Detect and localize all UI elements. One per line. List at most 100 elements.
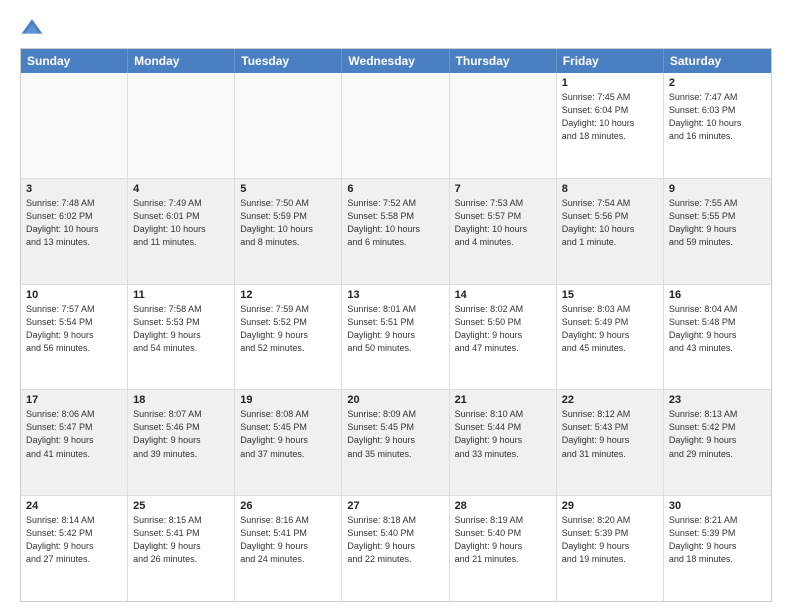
day-number: 12: [240, 289, 336, 301]
day-number: 13: [347, 289, 443, 301]
day-info: Sunrise: 7:53 AM Sunset: 5:57 PM Dayligh…: [455, 197, 551, 249]
calendar: SundayMondayTuesdayWednesdayThursdayFrid…: [20, 48, 772, 602]
day-number: 5: [240, 183, 336, 195]
day-info: Sunrise: 8:13 AM Sunset: 5:42 PM Dayligh…: [669, 408, 766, 460]
calendar-row-5: 24 Sunrise: 8:14 AM Sunset: 5:42 PM Dayli…: [21, 496, 771, 601]
day-cell-8: 8Sunrise: 7:54 AM Sunset: 5:56 PM Daylig…: [557, 179, 664, 284]
day-number: 21: [455, 394, 551, 406]
day-number: 14: [455, 289, 551, 301]
header-day-tuesday: Tuesday: [235, 49, 342, 73]
day-info: Sunrise: 8:01 AM Sunset: 5:51 PM Dayligh…: [347, 303, 443, 355]
day-number: 26: [240, 500, 336, 512]
day-cell-17: 17 Sunrise: 8:06 AM Sunset: 5:47 PM Dayli…: [21, 390, 128, 495]
day-info: Sunrise: 7:52 AM Sunset: 5:58 PM Dayligh…: [347, 197, 443, 249]
day-cell-25: 25 Sunrise: 8:15 AM Sunset: 5:41 PM Dayli…: [128, 496, 235, 601]
day-number: 22: [562, 394, 658, 406]
day-info: Sunrise: 8:18 AM Sunset: 5:40 PM Dayligh…: [347, 514, 443, 566]
header-day-monday: Monday: [128, 49, 235, 73]
header-day-saturday: Saturday: [664, 49, 771, 73]
day-number: 27: [347, 500, 443, 512]
day-number: 11: [133, 289, 229, 301]
day-number: 24: [26, 500, 122, 512]
day-info: Sunrise: 8:07 AM Sunset: 5:46 PM Dayligh…: [133, 408, 229, 460]
day-cell-16: 16 Sunrise: 8:04 AM Sunset: 5:48 PM Dayli…: [664, 285, 771, 390]
day-info: Sunrise: 8:20 AM Sunset: 5:39 PM Dayligh…: [562, 514, 658, 566]
day-cell-7: 7 Sunrise: 7:53 AM Sunset: 5:57 PM Daylig…: [450, 179, 557, 284]
day-number: 17: [26, 394, 122, 406]
day-info: Sunrise: 8:04 AM Sunset: 5:48 PM Dayligh…: [669, 303, 766, 355]
day-number: 3: [26, 183, 122, 195]
day-cell-26: 26 Sunrise: 8:16 AM Sunset: 5:41 PM Dayli…: [235, 496, 342, 601]
day-cell-19: 19 Sunrise: 8:08 AM Sunset: 5:45 PM Dayli…: [235, 390, 342, 495]
day-info: Sunrise: 7:55 AM Sunset: 5:55 PM Dayligh…: [669, 197, 766, 249]
day-cell-12: 12 Sunrise: 7:59 AM Sunset: 5:52 PM Dayli…: [235, 285, 342, 390]
day-info: Sunrise: 7:49 AM Sunset: 6:01 PM Dayligh…: [133, 197, 229, 249]
day-cell-5: 5 Sunrise: 7:50 AM Sunset: 5:59 PM Daylig…: [235, 179, 342, 284]
day-info: Sunrise: 7:45 AM Sunset: 6:04 PM Dayligh…: [562, 91, 658, 143]
calendar-row-3: 10Sunrise: 7:57 AM Sunset: 5:54 PM Dayli…: [21, 285, 771, 391]
day-info: Sunrise: 8:21 AM Sunset: 5:39 PM Dayligh…: [669, 514, 766, 566]
day-info: Sunrise: 7:54 AM Sunset: 5:56 PM Dayligh…: [562, 197, 658, 249]
day-info: Sunrise: 8:14 AM Sunset: 5:42 PM Dayligh…: [26, 514, 122, 566]
day-cell-22: 22 Sunrise: 8:12 AM Sunset: 5:43 PM Dayli…: [557, 390, 664, 495]
day-cell-11: 11 Sunrise: 7:58 AM Sunset: 5:53 PM Dayli…: [128, 285, 235, 390]
header-day-wednesday: Wednesday: [342, 49, 449, 73]
day-info: Sunrise: 8:02 AM Sunset: 5:50 PM Dayligh…: [455, 303, 551, 355]
day-cell-14: 14 Sunrise: 8:02 AM Sunset: 5:50 PM Dayli…: [450, 285, 557, 390]
day-cell-29: 29 Sunrise: 8:20 AM Sunset: 5:39 PM Dayli…: [557, 496, 664, 601]
day-info: Sunrise: 7:48 AM Sunset: 6:02 PM Dayligh…: [26, 197, 122, 249]
day-cell-6: 6Sunrise: 7:52 AM Sunset: 5:58 PM Daylig…: [342, 179, 449, 284]
day-info: Sunrise: 7:58 AM Sunset: 5:53 PM Dayligh…: [133, 303, 229, 355]
day-cell-13: 13 Sunrise: 8:01 AM Sunset: 5:51 PM Dayli…: [342, 285, 449, 390]
empty-cell: [342, 73, 449, 178]
header-day-thursday: Thursday: [450, 49, 557, 73]
day-info: Sunrise: 8:15 AM Sunset: 5:41 PM Dayligh…: [133, 514, 229, 566]
day-info: Sunrise: 7:47 AM Sunset: 6:03 PM Dayligh…: [669, 91, 766, 143]
page-header: [20, 16, 772, 40]
day-number: 7: [455, 183, 551, 195]
calendar-body: 1Sunrise: 7:45 AM Sunset: 6:04 PM Daylig…: [21, 73, 771, 601]
day-cell-30: 30 Sunrise: 8:21 AM Sunset: 5:39 PM Dayli…: [664, 496, 771, 601]
day-cell-28: 28Sunrise: 8:19 AM Sunset: 5:40 PM Dayli…: [450, 496, 557, 601]
day-info: Sunrise: 8:16 AM Sunset: 5:41 PM Dayligh…: [240, 514, 336, 566]
day-number: 15: [562, 289, 658, 301]
day-number: 25: [133, 500, 229, 512]
day-info: Sunrise: 7:50 AM Sunset: 5:59 PM Dayligh…: [240, 197, 336, 249]
day-cell-20: 20Sunrise: 8:09 AM Sunset: 5:45 PM Dayli…: [342, 390, 449, 495]
day-cell-3: 3 Sunrise: 7:48 AM Sunset: 6:02 PM Daylig…: [21, 179, 128, 284]
day-number: 23: [669, 394, 766, 406]
calendar-header: SundayMondayTuesdayWednesdayThursdayFrid…: [21, 49, 771, 73]
day-cell-2: 2Sunrise: 7:47 AM Sunset: 6:03 PM Daylig…: [664, 73, 771, 178]
day-cell-1: 1Sunrise: 7:45 AM Sunset: 6:04 PM Daylig…: [557, 73, 664, 178]
day-number: 16: [669, 289, 766, 301]
day-cell-23: 23 Sunrise: 8:13 AM Sunset: 5:42 PM Dayli…: [664, 390, 771, 495]
day-info: Sunrise: 8:03 AM Sunset: 5:49 PM Dayligh…: [562, 303, 658, 355]
day-cell-9: 9 Sunrise: 7:55 AM Sunset: 5:55 PM Daylig…: [664, 179, 771, 284]
empty-cell: [128, 73, 235, 178]
day-cell-27: 27 Sunrise: 8:18 AM Sunset: 5:40 PM Dayli…: [342, 496, 449, 601]
day-cell-21: 21Sunrise: 8:10 AM Sunset: 5:44 PM Dayli…: [450, 390, 557, 495]
header-day-friday: Friday: [557, 49, 664, 73]
day-info: Sunrise: 8:19 AM Sunset: 5:40 PM Dayligh…: [455, 514, 551, 566]
day-number: 18: [133, 394, 229, 406]
empty-cell: [235, 73, 342, 178]
day-number: 30: [669, 500, 766, 512]
calendar-row-1: 1Sunrise: 7:45 AM Sunset: 6:04 PM Daylig…: [21, 73, 771, 179]
day-info: Sunrise: 7:59 AM Sunset: 5:52 PM Dayligh…: [240, 303, 336, 355]
day-number: 20: [347, 394, 443, 406]
day-cell-4: 4 Sunrise: 7:49 AM Sunset: 6:01 PM Daylig…: [128, 179, 235, 284]
day-info: Sunrise: 8:06 AM Sunset: 5:47 PM Dayligh…: [26, 408, 122, 460]
day-number: 29: [562, 500, 658, 512]
day-cell-24: 24 Sunrise: 8:14 AM Sunset: 5:42 PM Dayli…: [21, 496, 128, 601]
day-number: 9: [669, 183, 766, 195]
calendar-row-2: 3 Sunrise: 7:48 AM Sunset: 6:02 PM Daylig…: [21, 179, 771, 285]
day-number: 19: [240, 394, 336, 406]
empty-cell: [450, 73, 557, 178]
day-info: Sunrise: 8:08 AM Sunset: 5:45 PM Dayligh…: [240, 408, 336, 460]
day-cell-10: 10Sunrise: 7:57 AM Sunset: 5:54 PM Dayli…: [21, 285, 128, 390]
calendar-row-4: 17 Sunrise: 8:06 AM Sunset: 5:47 PM Dayli…: [21, 390, 771, 496]
logo: [20, 16, 48, 40]
day-info: Sunrise: 8:12 AM Sunset: 5:43 PM Dayligh…: [562, 408, 658, 460]
day-number: 4: [133, 183, 229, 195]
day-cell-15: 15 Sunrise: 8:03 AM Sunset: 5:49 PM Dayli…: [557, 285, 664, 390]
